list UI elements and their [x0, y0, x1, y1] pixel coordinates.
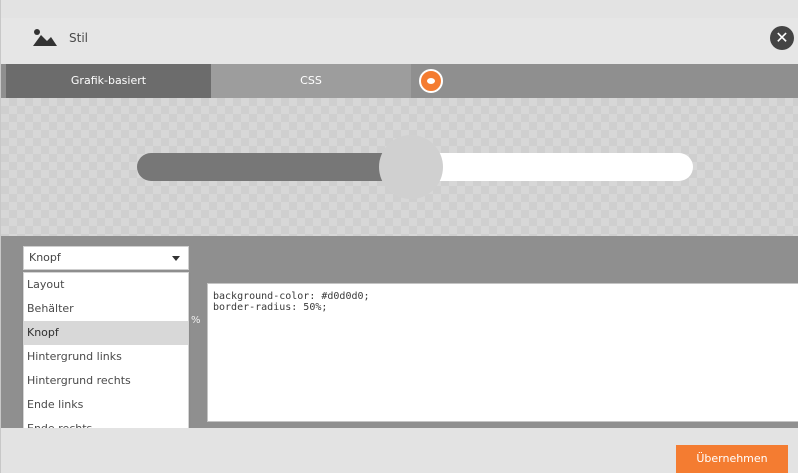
dropdown-option-knopf[interactable]: Knopf [24, 321, 188, 345]
slider-background-right [422, 153, 693, 181]
slider-knob[interactable] [379, 135, 443, 199]
tab-css[interactable]: CSS [211, 64, 411, 98]
dropdown-option-hintergrund-links[interactable]: Hintergrund links [24, 345, 188, 369]
preview-area [1, 98, 798, 236]
dialog-titlebar: Stil ✕ [1, 18, 798, 64]
dropdown-option-ende-links[interactable]: Ende links [24, 393, 188, 417]
tab-bar: Grafik-basiert CSS [1, 64, 798, 98]
preview-slider[interactable] [137, 135, 693, 199]
dropdown-option-hintergrund-rechts[interactable]: Hintergrund rechts [24, 369, 188, 393]
add-tab-icon[interactable] [419, 69, 443, 93]
close-button[interactable]: ✕ [770, 26, 794, 50]
dialog-title: Stil [69, 31, 88, 45]
dropdown-option-behaelter[interactable]: Behälter [24, 297, 188, 321]
chevron-down-icon [172, 256, 180, 261]
element-select[interactable]: Knopf [23, 246, 189, 270]
apply-button[interactable]: Übernehmen [676, 445, 788, 473]
stray-char: % [191, 315, 201, 326]
tab-grafik-basiert[interactable]: Grafik-basiert [6, 64, 211, 98]
dropdown-option-layout[interactable]: Layout [24, 273, 188, 297]
element-dropdown: Layout Behälter Knopf Hintergrund links … [23, 272, 189, 445]
style-dialog: Stil ✕ Grafik-basiert CSS Knopf Layout B… [0, 0, 798, 473]
css-editor[interactable]: background-color: #d0d0d0; border-radius… [207, 283, 798, 422]
element-select-value: Knopf [29, 251, 61, 264]
image-icon [33, 29, 57, 46]
